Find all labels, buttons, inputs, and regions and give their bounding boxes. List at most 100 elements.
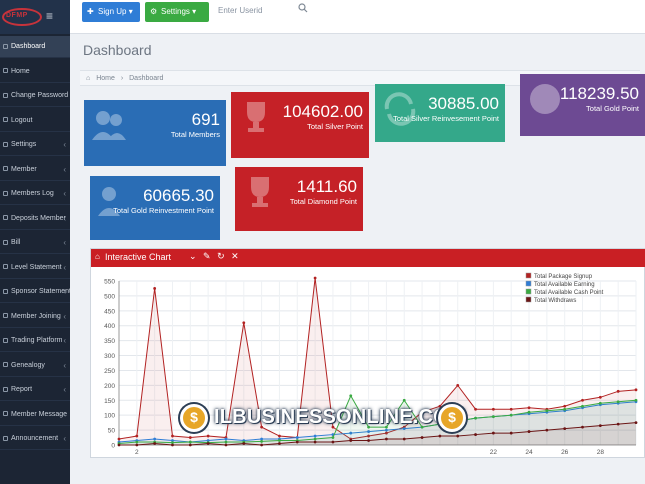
menu-item-icon <box>3 239 8 245</box>
sidebar-item-label: Trading Platform <box>11 337 63 344</box>
data-point <box>438 434 442 438</box>
menu-item-icon <box>3 68 8 74</box>
sidebar-item[interactable]: Member Message ‹ <box>0 404 70 426</box>
x-tick-label: 24 <box>525 449 533 456</box>
stat-total-members[interactable]: 691 Total Members <box>84 100 226 166</box>
chevron-left-icon: ‹ <box>63 213 66 223</box>
data-point <box>509 431 513 435</box>
data-point <box>171 441 174 445</box>
menu-item-icon <box>3 264 8 270</box>
y-tick-label: 400 <box>104 323 115 330</box>
dashboard-view: DFMP ≡ Dashboard Home Change Password Logou… <box>0 0 645 484</box>
sidebar-item[interactable]: Announcement ‹ <box>0 428 70 450</box>
data-point <box>135 440 139 444</box>
sidebar-item-label: Dashboard <box>11 43 46 50</box>
data-point <box>224 437 228 441</box>
sidebar-item[interactable]: Members Log ‹ <box>0 183 70 205</box>
menu-item-icon <box>3 337 8 343</box>
menu-item-icon <box>3 215 8 221</box>
data-point <box>367 439 370 442</box>
settings-button[interactable]: ⚙ Settings ▾ <box>145 2 209 22</box>
sidebar-item[interactable]: Settings ‹ <box>0 134 70 156</box>
stat-label: Total Silver Reinvesement Point <box>393 114 499 123</box>
data-point <box>527 430 531 433</box>
data-point <box>616 422 620 426</box>
sidebar-item[interactable]: Level Statement ‹ <box>0 257 70 279</box>
y-tick-label: 350 <box>104 338 115 345</box>
x-tick-label: 28 <box>597 449 605 456</box>
data-point <box>509 413 513 417</box>
data-point <box>242 321 246 325</box>
chevron-down-icon: ▾ <box>128 7 133 16</box>
sidebar-item[interactable]: Dashboard <box>0 36 70 58</box>
data-point <box>634 398 638 402</box>
settings-label: Settings <box>161 7 190 16</box>
sidebar-item[interactable]: Deposits Member ‹ <box>0 208 70 230</box>
y-tick-label: 550 <box>104 279 115 286</box>
menu-item-icon <box>3 288 8 294</box>
chart-tools[interactable]: ⌄ ✎ ↻ ✕ <box>189 251 241 262</box>
sidebar-item[interactable]: Member ‹ <box>0 159 70 181</box>
data-point <box>598 395 602 399</box>
search-icon[interactable] <box>298 3 308 13</box>
userid-input[interactable] <box>218 0 288 20</box>
stat-total-silver-reinvestment[interactable]: 30885.00 Total Silver Reinvesement Point <box>375 84 505 142</box>
stat-value: 30885.00 <box>428 94 499 113</box>
data-point <box>598 401 602 405</box>
data-point <box>616 389 620 393</box>
data-point <box>420 436 424 439</box>
sidebar-item[interactable]: Sponsor Statement ‹ <box>0 281 70 303</box>
breadcrumb-home[interactable]: Home <box>96 75 115 82</box>
stat-value: 118239.50 <box>559 84 639 103</box>
home-icon: ⌂ <box>95 252 100 261</box>
sidebar-item[interactable]: Bill ‹ <box>0 232 70 254</box>
data-point <box>474 433 477 436</box>
x-tick-label: 2 <box>135 449 139 456</box>
sidebar-item[interactable]: Report ‹ <box>0 379 70 401</box>
stat-total-gold-reinvestment[interactable]: 60665.30 Total Gold Reinvestment Point <box>90 176 220 240</box>
menu-item-icon <box>3 43 8 49</box>
data-point <box>153 442 157 445</box>
data-point <box>153 287 157 290</box>
data-point <box>491 431 495 435</box>
legend-swatch <box>525 272 532 279</box>
sidebar-logo-area: DFMP ≡ <box>0 0 70 34</box>
data-point <box>224 440 228 444</box>
y-tick-label: 300 <box>104 353 115 360</box>
signup-button[interactable]: ✚ Sign Up ▾ <box>82 2 140 22</box>
stat-total-silver-point[interactable]: 104602.00 Total Silver Point <box>231 92 369 158</box>
sidebar-item[interactable]: Home <box>0 61 70 83</box>
chevron-left-icon: ‹ <box>63 164 66 174</box>
sidebar-item[interactable]: Logout <box>0 110 70 132</box>
breadcrumb-separator: › <box>120 75 124 82</box>
sidebar-item[interactable]: Change Password <box>0 85 70 107</box>
data-point <box>278 442 281 445</box>
data-point <box>598 424 602 428</box>
data-point <box>563 407 567 411</box>
data-point <box>527 406 531 410</box>
menu-item-icon <box>3 166 8 172</box>
data-point <box>509 407 513 411</box>
menu-item-icon <box>3 117 8 123</box>
stat-total-gold-point[interactable]: 118239.50 Total Gold Point <box>520 74 645 136</box>
data-point <box>242 442 246 445</box>
sidebar-item[interactable]: Genealogy ‹ <box>0 355 70 377</box>
sidebar-item-label: Members Log <box>11 190 54 197</box>
y-tick-label: 150 <box>104 398 115 405</box>
data-point <box>153 437 157 441</box>
data-point <box>313 434 317 438</box>
data-point <box>135 434 139 438</box>
menu-toggle-icon[interactable]: ≡ <box>46 10 60 22</box>
data-point <box>402 437 406 441</box>
stat-label: Total Diamond Point <box>289 197 357 206</box>
menu-item-icon <box>3 411 8 417</box>
data-point <box>260 437 264 441</box>
menu-item-icon <box>3 190 8 196</box>
signup-icon: ✚ <box>87 7 94 16</box>
sidebar-item[interactable]: Trading Platform ‹ <box>0 330 70 352</box>
stat-label: Total Gold Point <box>586 104 639 113</box>
chevron-left-icon: ‹ <box>63 434 66 443</box>
stat-total-diamond-point[interactable]: 1411.60 Total Diamond Point <box>235 167 363 231</box>
sidebar-item[interactable]: Member Joining ‹ <box>0 306 70 328</box>
chevron-left-icon: ‹ <box>63 238 66 247</box>
